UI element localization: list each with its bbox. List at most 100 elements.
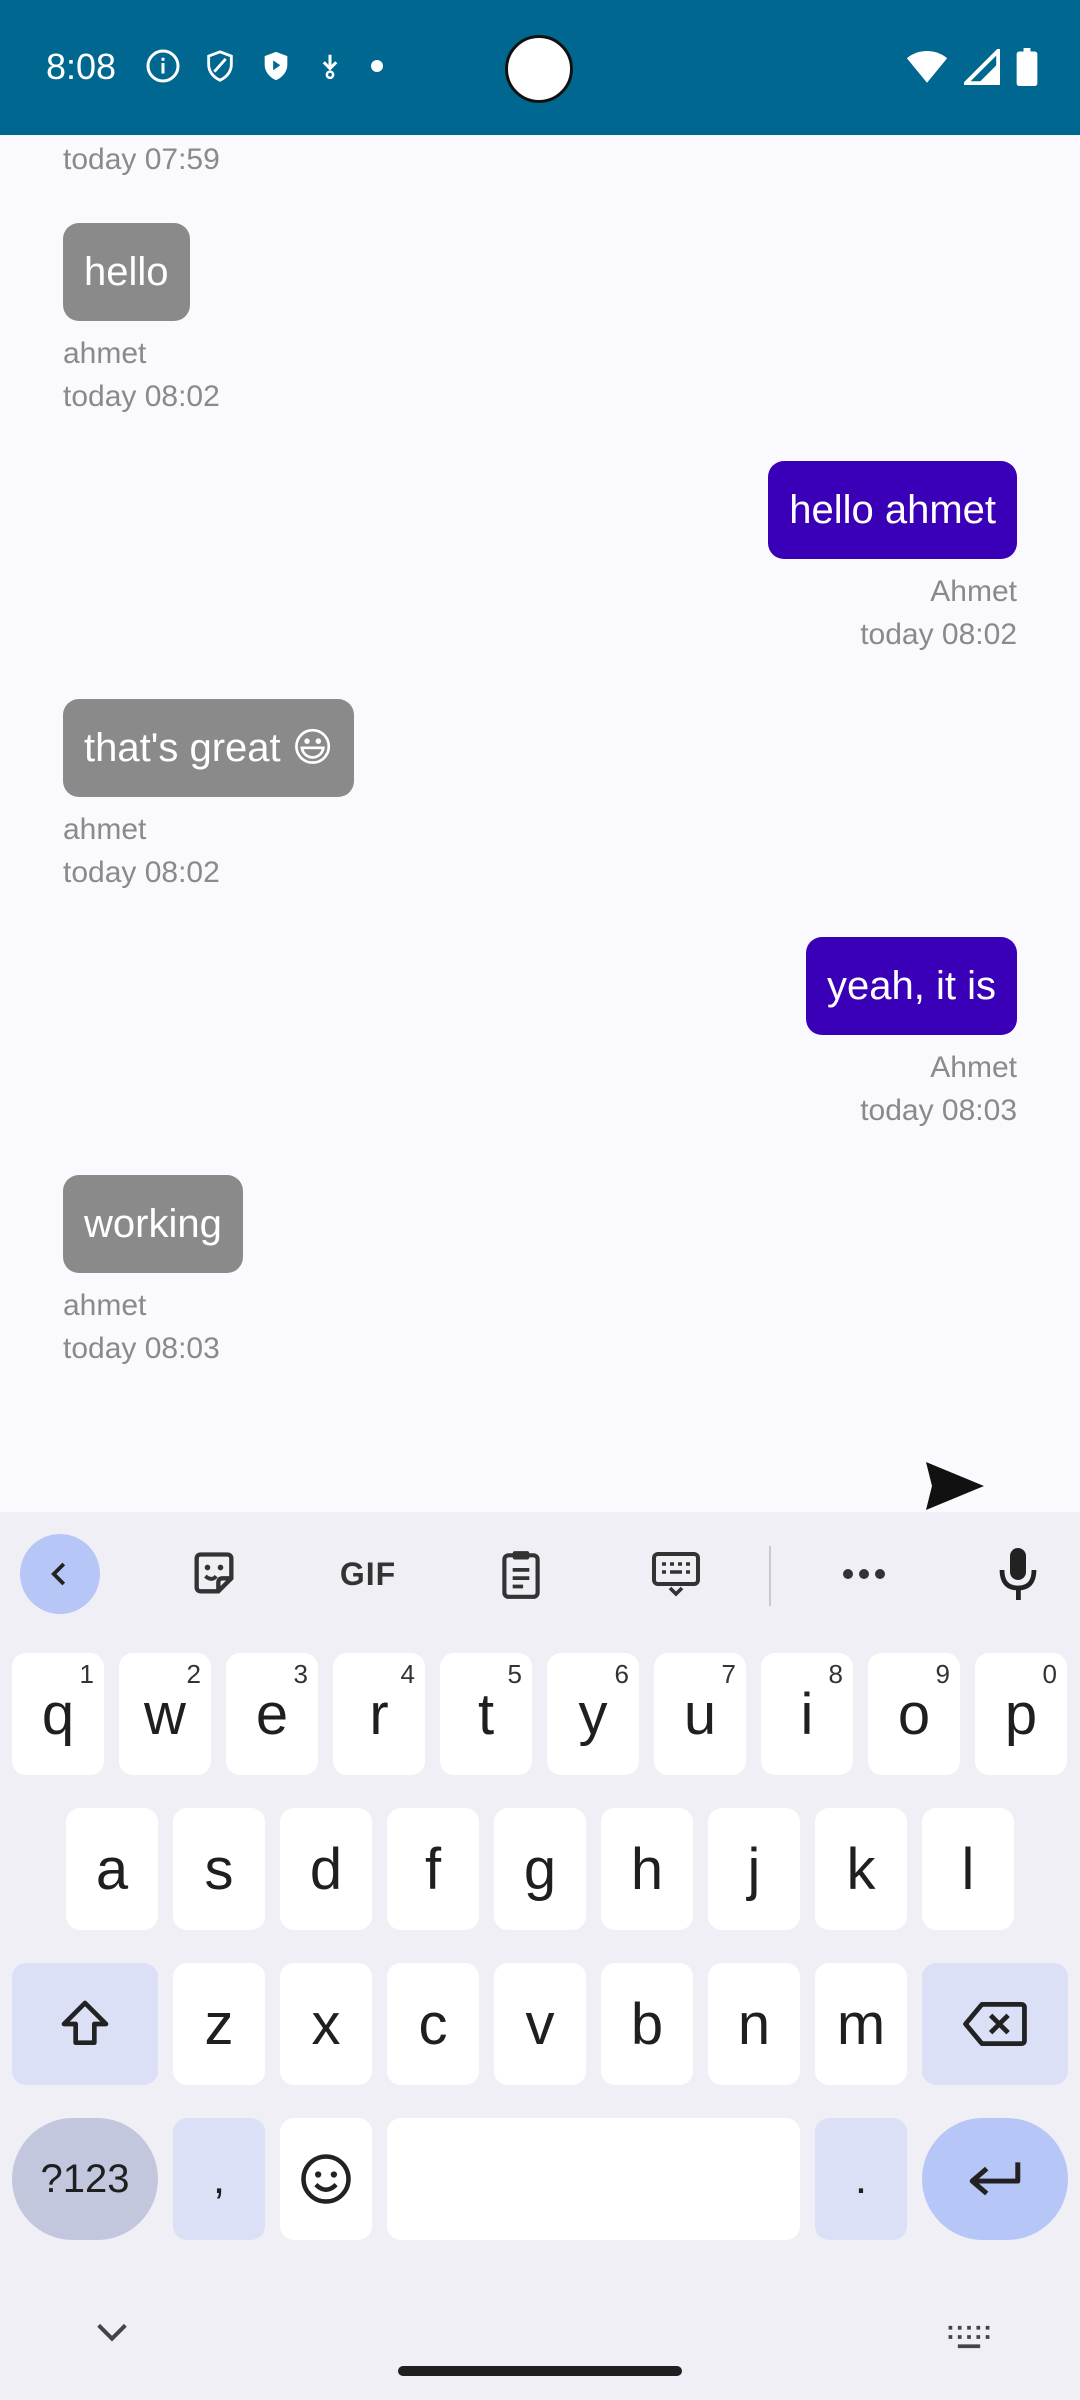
key-d[interactable]: d	[280, 1808, 372, 1930]
key-hint: 2	[186, 1659, 201, 1689]
key-hint: 9	[935, 1659, 950, 1689]
key-m[interactable]: m	[815, 1963, 907, 2085]
key-t[interactable]: t5	[440, 1653, 532, 1775]
signal-icon	[964, 49, 1000, 85]
message-time: today 08:02	[63, 380, 220, 413]
message-sender: ahmet	[63, 1289, 147, 1322]
key-b[interactable]: b	[601, 1963, 693, 2085]
home-indicator[interactable]	[398, 2366, 682, 2376]
key-hint: 6	[614, 1659, 629, 1689]
key-g[interactable]: g	[494, 1808, 586, 1930]
chat-message-list[interactable]: today 07:59 hello ahmet today 08:02 hell…	[0, 135, 1080, 1510]
shield-icon	[207, 50, 233, 82]
key-p[interactable]: p0	[975, 1653, 1067, 1775]
message-time: today 08:02	[860, 618, 1017, 651]
key-label: a	[95, 1836, 129, 1902]
key-s[interactable]: s	[173, 1808, 265, 1930]
incoming-message-bubble[interactable]: that's great 😃	[63, 699, 355, 797]
collapse-toolbar-button[interactable]	[20, 1534, 100, 1614]
hide-keyboard-button[interactable]	[92, 2318, 132, 2351]
switch-keyboard-button[interactable]	[944, 2324, 994, 2355]
key-u[interactable]: u7	[654, 1653, 746, 1775]
key-label: d	[309, 1836, 343, 1902]
outgoing-message-bubble[interactable]: hello ahmet	[768, 461, 1017, 559]
download-icon	[322, 54, 338, 80]
emoji-key[interactable]	[280, 2118, 372, 2240]
dot-icon	[371, 60, 383, 72]
key-x[interactable]: x	[280, 1963, 372, 2085]
key-e[interactable]: e3	[226, 1653, 318, 1775]
key-y[interactable]: y6	[547, 1653, 639, 1775]
key-hint: 7	[721, 1659, 736, 1689]
key-w[interactable]: w2	[119, 1653, 211, 1775]
sticker-button[interactable]	[174, 1534, 254, 1614]
key-label: e	[255, 1681, 289, 1747]
key-label: t	[477, 1681, 495, 1747]
key-hint: 5	[507, 1659, 522, 1689]
key-hint: 1	[79, 1659, 94, 1689]
keyboard-icon	[948, 2325, 990, 2349]
incoming-message-bubble[interactable]: working	[63, 1175, 243, 1273]
key-f[interactable]: f	[387, 1808, 479, 1930]
key-label: p	[1004, 1681, 1038, 1747]
key-h[interactable]: h	[601, 1808, 693, 1930]
key-c[interactable]: c	[387, 1963, 479, 2085]
key-n[interactable]: n	[708, 1963, 800, 2085]
status-icons-right	[906, 48, 1038, 86]
more-icon	[843, 1569, 885, 1579]
key-label: w	[144, 1681, 186, 1747]
key-label: x	[311, 1991, 341, 2057]
key-j[interactable]: j	[708, 1808, 800, 1930]
status-icons-left	[145, 48, 387, 84]
message-time: today 08:03	[860, 1094, 1017, 1127]
key-label: q	[41, 1681, 75, 1747]
gif-button[interactable]: GIF	[326, 1534, 410, 1614]
key-label: v	[525, 1991, 555, 2057]
comma-key[interactable]: ,	[173, 2118, 265, 2240]
key-i[interactable]: i8	[761, 1653, 853, 1775]
more-button[interactable]	[824, 1534, 904, 1614]
symbols-key[interactable]: ?123	[12, 2118, 158, 2240]
key-label: .	[854, 2154, 868, 2203]
period-key[interactable]: .	[815, 2118, 907, 2240]
message-sender: ahmet	[63, 337, 147, 370]
key-r[interactable]: r4	[333, 1653, 425, 1775]
key-o[interactable]: o9	[868, 1653, 960, 1775]
sticker-icon	[194, 1552, 234, 1594]
key-label: z	[204, 1991, 234, 2057]
shift-key[interactable]	[12, 1963, 158, 2085]
keyboard-layout-button[interactable]	[636, 1534, 716, 1614]
key-label: b	[630, 1991, 664, 2057]
enter-key[interactable]	[922, 2118, 1068, 2240]
key-a[interactable]: a	[66, 1808, 158, 1930]
key-hint: 8	[828, 1659, 843, 1689]
key-q[interactable]: q1	[12, 1653, 104, 1775]
gif-icon: GIF	[339, 1555, 397, 1592]
mic-icon	[999, 1548, 1037, 1600]
message-sender: Ahmet	[930, 1051, 1017, 1084]
status-time: 8:08	[46, 46, 117, 87]
key-label: s	[204, 1836, 234, 1902]
message-time: today 08:02	[63, 856, 220, 889]
clipboard-button[interactable]	[481, 1534, 561, 1614]
backspace-key[interactable]	[922, 1963, 1068, 2085]
key-label: i	[800, 1681, 814, 1747]
key-label: g	[523, 1836, 557, 1902]
clipboard-icon	[502, 1551, 540, 1599]
outgoing-message-bubble[interactable]: yeah, it is	[806, 937, 1017, 1035]
key-l[interactable]: l	[922, 1808, 1014, 1930]
keyboard-layout-icon	[652, 1552, 700, 1597]
send-button[interactable]	[924, 1460, 986, 1517]
message-time: today 07:59	[63, 143, 220, 176]
key-k[interactable]: k	[815, 1808, 907, 1930]
key-z[interactable]: z	[173, 1963, 265, 2085]
key-v[interactable]: v	[494, 1963, 586, 2085]
backspace-icon	[963, 2001, 1027, 2047]
voice-input-button[interactable]	[978, 1534, 1058, 1614]
key-label: r	[369, 1681, 389, 1747]
keyboard: GIF q1 w2 e3 r4 t5 y6 u7 i8 o9 p0 a s d …	[0, 1512, 1080, 2400]
message-sender: Ahmet	[930, 575, 1017, 608]
message-time: today 08:03	[63, 1332, 220, 1365]
incoming-message-bubble[interactable]: hello	[63, 223, 190, 321]
space-key[interactable]	[387, 2118, 800, 2240]
